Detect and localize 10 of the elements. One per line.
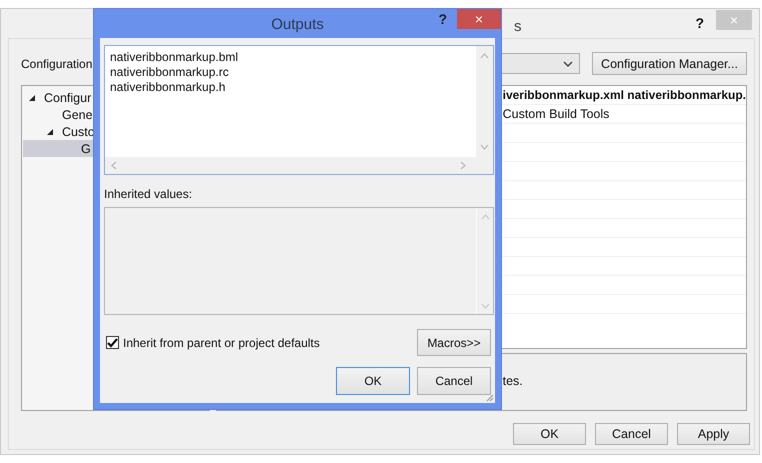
property-header: iveribbonmarkup.xml nativeribbonmarkup.: [502, 88, 746, 102]
description-text: tes.: [502, 374, 523, 388]
inherited-values-label: Inherited values:: [104, 187, 192, 201]
output-line: nativeribbonmarkup.rc: [110, 65, 229, 80]
window-title: s: [514, 18, 522, 34]
output-line: nativeribbonmarkup.h: [110, 80, 226, 95]
property-value: Custom Build Tools: [502, 107, 610, 121]
output-line: nativeribbonmarkup.bml: [110, 50, 238, 65]
dialog-title: Outputs: [271, 16, 324, 32]
configuration-label: Configuration: [21, 56, 92, 70]
